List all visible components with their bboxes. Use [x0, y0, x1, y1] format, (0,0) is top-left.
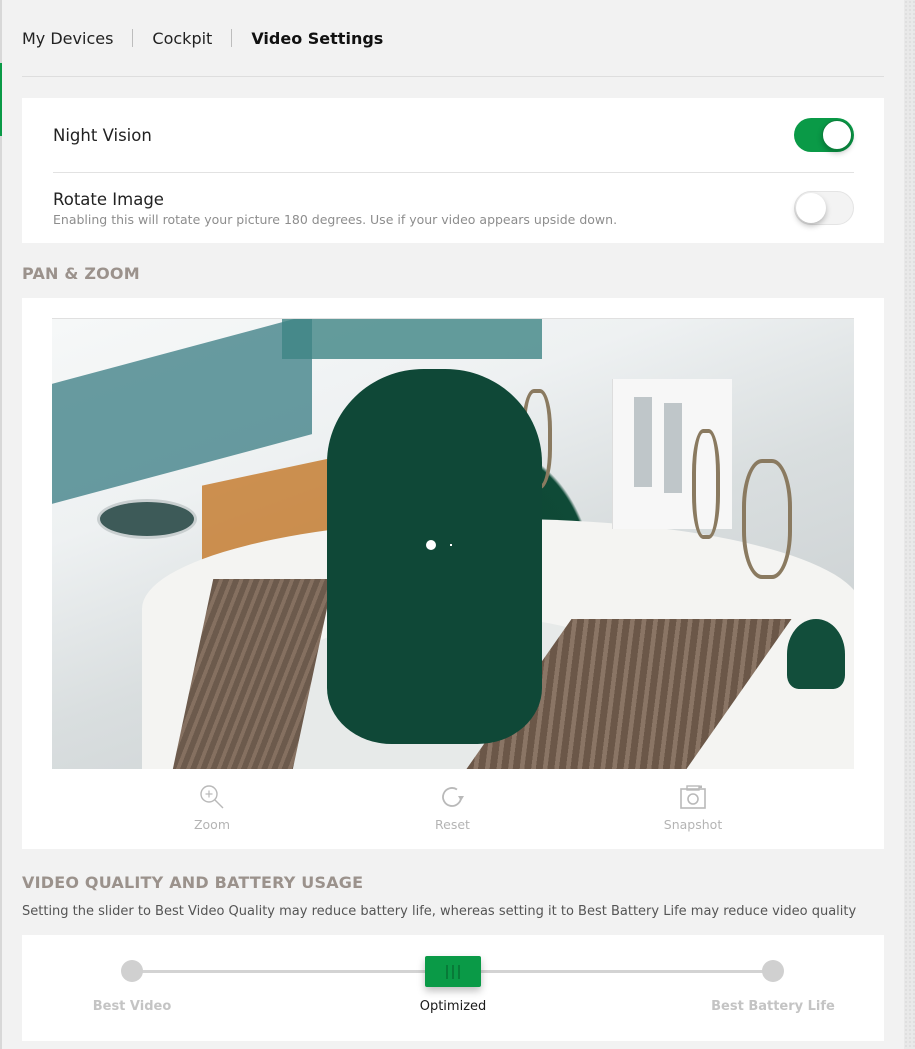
zoom-in-icon: [200, 785, 224, 809]
scene-shape: [327, 369, 542, 744]
night-vision-row: Night Vision: [53, 98, 854, 173]
slider-stop-best-video[interactable]: [121, 960, 143, 982]
night-vision-label: Night Vision: [53, 125, 152, 145]
pan-center-marker[interactable]: [426, 540, 436, 550]
zoom-button[interactable]: Zoom: [171, 783, 253, 832]
pan-zoom-heading: PAN & ZOOM: [22, 264, 140, 283]
breadcrumb-separator: [231, 29, 233, 47]
quality-slider-handle[interactable]: [425, 956, 481, 987]
rotate-image-label: Rotate Image: [53, 189, 164, 209]
scene-shape: [787, 619, 845, 689]
breadcrumb: My Devices Cockpit Video Settings: [22, 0, 884, 77]
video-quality-heading: VIDEO QUALITY AND BATTERY USAGE: [22, 873, 364, 892]
grip-line: [446, 964, 448, 979]
scene-shape: [97, 499, 197, 539]
snapshot-label: Snapshot: [663, 817, 723, 832]
reset-icon: [441, 787, 464, 807]
breadcrumb-video-settings: Video Settings: [251, 28, 384, 48]
scene-shape: [692, 429, 720, 539]
slider-stop-best-battery[interactable]: [762, 960, 784, 982]
snapshot-button[interactable]: Snapshot: [652, 783, 734, 832]
optimized-label[interactable]: Optimized: [403, 999, 503, 1014]
breadcrumb-cockpit[interactable]: Cockpit: [152, 29, 212, 48]
scrollbar[interactable]: [904, 0, 915, 1049]
reset-label: Reset: [435, 817, 470, 832]
video-quality-description: Setting the slider to Best Video Quality…: [22, 904, 857, 919]
pan-zoom-card: Zoom Reset Snapshot: [22, 298, 884, 849]
pan-zoom-controls: Zoom Reset Snapshot: [52, 769, 854, 832]
scene-shape: [664, 403, 682, 493]
left-edge: [0, 0, 2, 1049]
nav-active-indicator: [0, 63, 2, 136]
best-battery-life-label[interactable]: Best Battery Life: [703, 999, 843, 1014]
rotate-image-row: Rotate Image Enabling this will rotate y…: [53, 173, 854, 243]
reset-button[interactable]: Reset: [412, 783, 494, 832]
toggle-knob: [796, 193, 826, 223]
toggle-knob: [822, 120, 852, 150]
breadcrumb-separator: [132, 29, 134, 47]
zoom-label: Zoom: [193, 817, 231, 832]
scene-shape: [742, 459, 792, 579]
image-settings-card: Night Vision Rotate Image Enabling this …: [22, 98, 884, 243]
grip-line: [458, 964, 460, 979]
scene-shape: [634, 397, 652, 487]
video-settings-page: My Devices Cockpit Video Settings Night …: [22, 0, 884, 1041]
scene-shape: [282, 319, 542, 359]
grip-line: [452, 964, 454, 979]
night-vision-toggle[interactable]: [794, 118, 854, 152]
breadcrumb-my-devices[interactable]: My Devices: [22, 29, 113, 48]
camera-preview[interactable]: [52, 318, 854, 769]
best-video-label[interactable]: Best Video: [82, 999, 182, 1014]
rotate-image-toggle[interactable]: [794, 191, 854, 225]
pan-position-dot: [450, 544, 452, 546]
quality-slider-card: Best Video Optimized Best Battery Life: [22, 935, 884, 1041]
rotate-image-description: Enabling this will rotate your picture 1…: [53, 211, 618, 227]
camera-icon: [680, 785, 706, 809]
